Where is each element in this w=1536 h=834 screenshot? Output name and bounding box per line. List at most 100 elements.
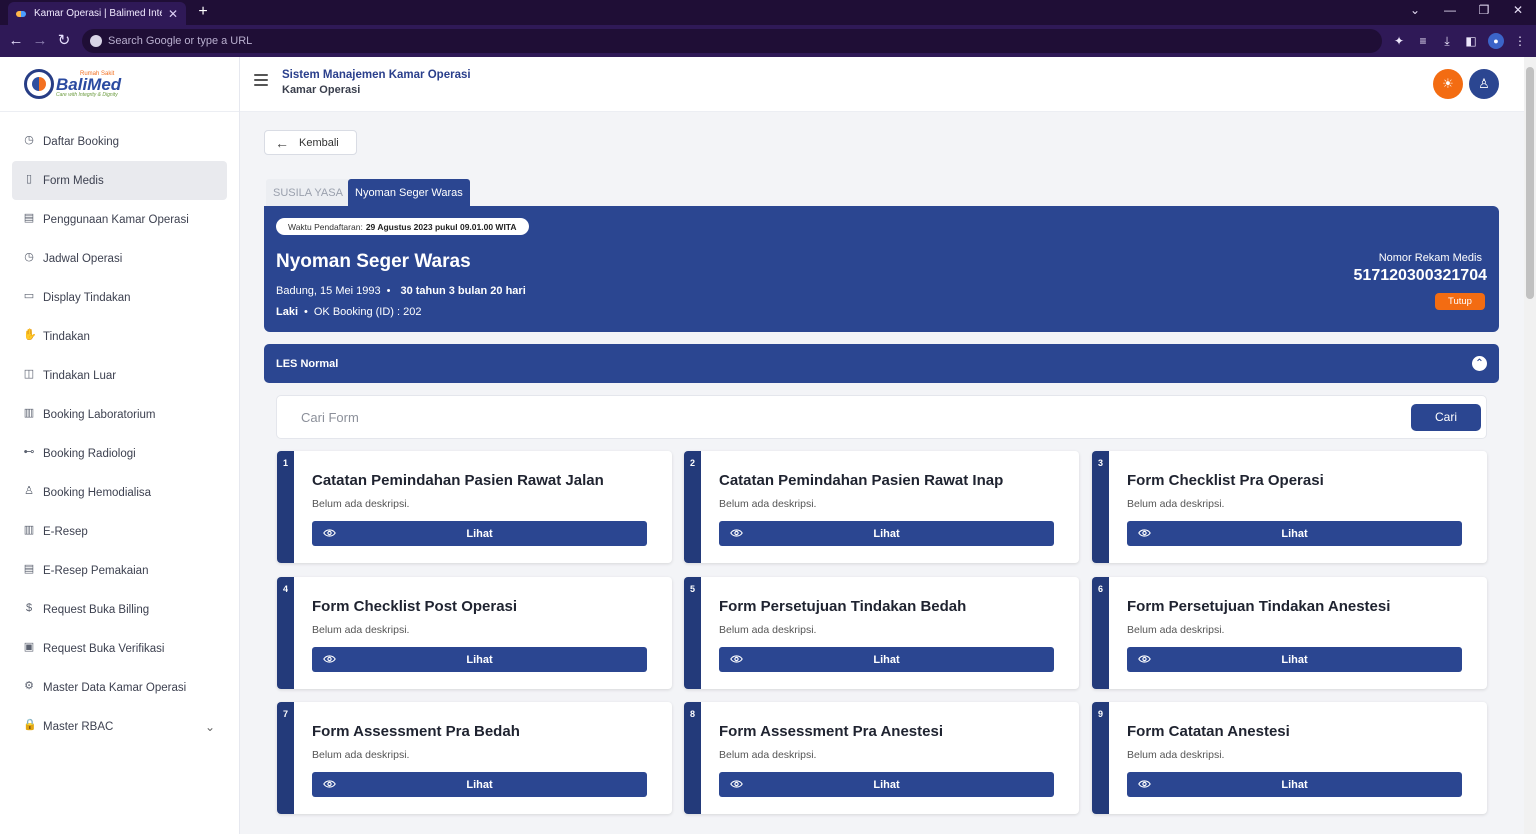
search-button[interactable]: Cari (1411, 404, 1481, 431)
patient-age: 30 tahun 3 bulan 20 hari (400, 285, 526, 297)
view-form-button[interactable]: Lihat (1127, 647, 1462, 672)
sidebar-item-label: Tindakan (43, 330, 90, 343)
view-form-label: Lihat (1281, 527, 1308, 540)
sidebar-item-master-rbac[interactable]: 🔒 Master RBAC ⌄ (12, 707, 227, 746)
chevron-up-icon[interactable]: ⌃ (1472, 356, 1487, 371)
tab-search-icon[interactable]: ⌄ (1405, 3, 1425, 17)
new-tab-icon[interactable]: + (194, 2, 212, 22)
tab-patient-nyoman-seger-waras[interactable]: Nyoman Seger Waras (348, 179, 470, 206)
sidebar-item-label: Booking Radiologi (43, 447, 136, 460)
view-form-button[interactable]: Lihat (1127, 772, 1462, 797)
form-title: Form Persetujuan Tindakan Bedah (719, 598, 967, 615)
browser-tabbar: Kamar Operasi | Balimed Integrat ✕ + ⌄ —… (0, 0, 1536, 25)
form-number: 5 (690, 584, 696, 594)
form-card: 9 Form Catatan Anestesi Belum ada deskrips… (1092, 702, 1487, 814)
reload-icon[interactable]: ↻ (54, 31, 74, 51)
form-description: Belum ada deskripsi. (312, 624, 410, 636)
form-title: Form Catatan Anestesi (1127, 723, 1290, 740)
browser-tab[interactable]: Kamar Operasi | Balimed Integrat ✕ (8, 2, 186, 25)
theme-toggle-sun-icon[interactable]: ☀ (1433, 69, 1463, 99)
form-number: 1 (283, 458, 289, 468)
view-form-button[interactable]: Lihat (312, 772, 647, 797)
browser-menu-icon[interactable]: ⋮ (1512, 33, 1528, 49)
eye-icon (1138, 529, 1151, 537)
form-number: 7 (283, 709, 289, 719)
reading-list-icon[interactable]: ≡ (1415, 33, 1431, 49)
close-tab-icon[interactable]: ✕ (168, 7, 178, 21)
form-card: 2 Catatan Pemindahan Pasien Rawat Inap Bel… (684, 451, 1079, 563)
arrow-left-icon: ← (275, 134, 289, 151)
eye-icon (1138, 780, 1151, 788)
tab-patient-susila-yasa[interactable]: SUSILA YASA (266, 179, 350, 206)
form-card: 6 Form Persetujuan Tindakan Anestesi Belum… (1092, 577, 1487, 689)
sidebar-item-label: Tindakan Luar (43, 369, 117, 382)
window-close-icon[interactable]: ✕ (1508, 3, 1528, 17)
sidebar-item-booking-radiologi[interactable]: ⊷ Booking Radiologi (12, 434, 227, 473)
sidebar-item-label: Display Tindakan (43, 291, 131, 304)
sidebar-item-booking-laboratorium[interactable]: ▥ Booking Laboratorium (12, 395, 227, 434)
form-search-bar: Cari (276, 395, 1487, 439)
sidebar-item-penggunaan-kamar-operasi[interactable]: ▤ Penggunaan Kamar Operasi (12, 200, 227, 239)
sidebar-item-e-resep[interactable]: ▥ E-Resep (12, 512, 227, 551)
back-button[interactable]: ← Kembali (264, 130, 357, 155)
sidebar-item-form-medis[interactable]: ▯ Form Medis (12, 161, 227, 200)
view-form-button[interactable]: Lihat (312, 521, 647, 546)
search-form-input[interactable] (291, 404, 1391, 430)
google-icon (90, 35, 102, 47)
les-normal-section-header[interactable]: LES Normal ⌃ (264, 344, 1499, 383)
sidebar-item-label: Form Medis (43, 174, 104, 187)
view-form-button[interactable]: Lihat (1127, 521, 1462, 546)
view-form-button[interactable]: Lihat (312, 647, 647, 672)
view-form-button[interactable]: Lihat (719, 521, 1054, 546)
chevron-down-icon[interactable]: ⌄ (205, 720, 215, 734)
side-panel-icon[interactable]: ◧ (1463, 33, 1479, 49)
eye-icon (730, 655, 743, 663)
sidebar-item-master-data-kamar-operasi[interactable]: ⚙ Master Data Kamar Operasi (12, 668, 227, 707)
scrollbar-thumb[interactable] (1526, 67, 1534, 299)
balimed-logo-icon (24, 69, 54, 99)
forward-arrow-icon[interactable]: → (30, 31, 50, 51)
restore-icon[interactable]: ❐ (1474, 3, 1494, 17)
back-button-label: Kembali (299, 136, 339, 149)
hamburger-menu-icon[interactable] (254, 74, 268, 86)
download-icon[interactable]: ⤓ (1439, 33, 1455, 49)
sidebar-item-jadwal-operasi[interactable]: ◷ Jadwal Operasi (12, 239, 227, 278)
sidebar-item-request-buka-verifikasi[interactable]: ▣ Request Buka Verifikasi (12, 629, 227, 668)
favicon-icon (16, 9, 26, 19)
sidebar: Rumah Sakit BaliMed Care with Integrity … (0, 57, 240, 834)
form-title: Form Checklist Post Operasi (312, 598, 518, 615)
minimize-icon[interactable]: — (1440, 3, 1460, 17)
sidebar-item-daftar-booking[interactable]: ◷ Daftar Booking (12, 122, 227, 161)
form-card: 4 Form Checklist Post Operasi Belum ada de… (277, 577, 672, 689)
form-title: Form Persetujuan Tindakan Anestesi (1127, 598, 1391, 615)
book-icon: ▤ (23, 563, 35, 575)
sidebar-item-e-resep-pemakaian[interactable]: ▤ E-Resep Pemakaian (12, 551, 227, 590)
sidebar-item-display-tindakan[interactable]: ▭ Display Tindakan (12, 278, 227, 317)
form-number: 6 (1098, 584, 1104, 594)
sidebar-item-tindakan-luar[interactable]: ◫ Tindakan Luar (12, 356, 227, 395)
form-description: Belum ada deskripsi. (719, 498, 817, 510)
profile-avatar-icon[interactable]: ● (1488, 33, 1504, 49)
ok-booking-id: OK Booking (ID) : 202 (313, 306, 422, 318)
user-profile-icon[interactable]: ♙ (1469, 69, 1499, 99)
sidebar-item-label: Master Data Kamar Operasi (43, 681, 187, 694)
topbar: Sistem Manajemen Kamar Operasi Kamar Ope… (240, 57, 1524, 112)
radiology-icon: ⊷ (23, 446, 35, 458)
close-patient-button[interactable]: Tutup (1435, 293, 1485, 310)
browser-toolbar: ← → ↻ Search Google or type a URL ✦ ≡ ⤓ … (0, 25, 1536, 57)
sidebar-item-request-buka-billing[interactable]: $ Request Buka Billing (12, 590, 227, 629)
back-arrow-icon[interactable]: ← (6, 31, 26, 51)
address-bar[interactable]: Search Google or type a URL (82, 29, 1382, 53)
page-scrollbar[interactable] (1524, 57, 1536, 834)
extensions-icon[interactable]: ✦ (1391, 33, 1407, 49)
monitor-icon: ▭ (23, 290, 35, 302)
view-form-button[interactable]: Lihat (719, 772, 1054, 797)
medical-record-number: 517120300321704 (1353, 267, 1487, 284)
sidebar-item-tindakan[interactable]: ✋ Tindakan (12, 317, 227, 356)
sidebar-item-booking-hemodialisa[interactable]: ♙ Booking Hemodialisa (12, 473, 227, 512)
brand-logo[interactable]: Rumah Sakit BaliMed Care with Integrity … (0, 57, 239, 112)
form-description: Belum ada deskripsi. (1127, 498, 1225, 510)
form-description: Belum ada deskripsi. (1127, 624, 1225, 636)
view-form-button[interactable]: Lihat (719, 647, 1054, 672)
sidebar-item-label: E-Resep (43, 525, 88, 538)
